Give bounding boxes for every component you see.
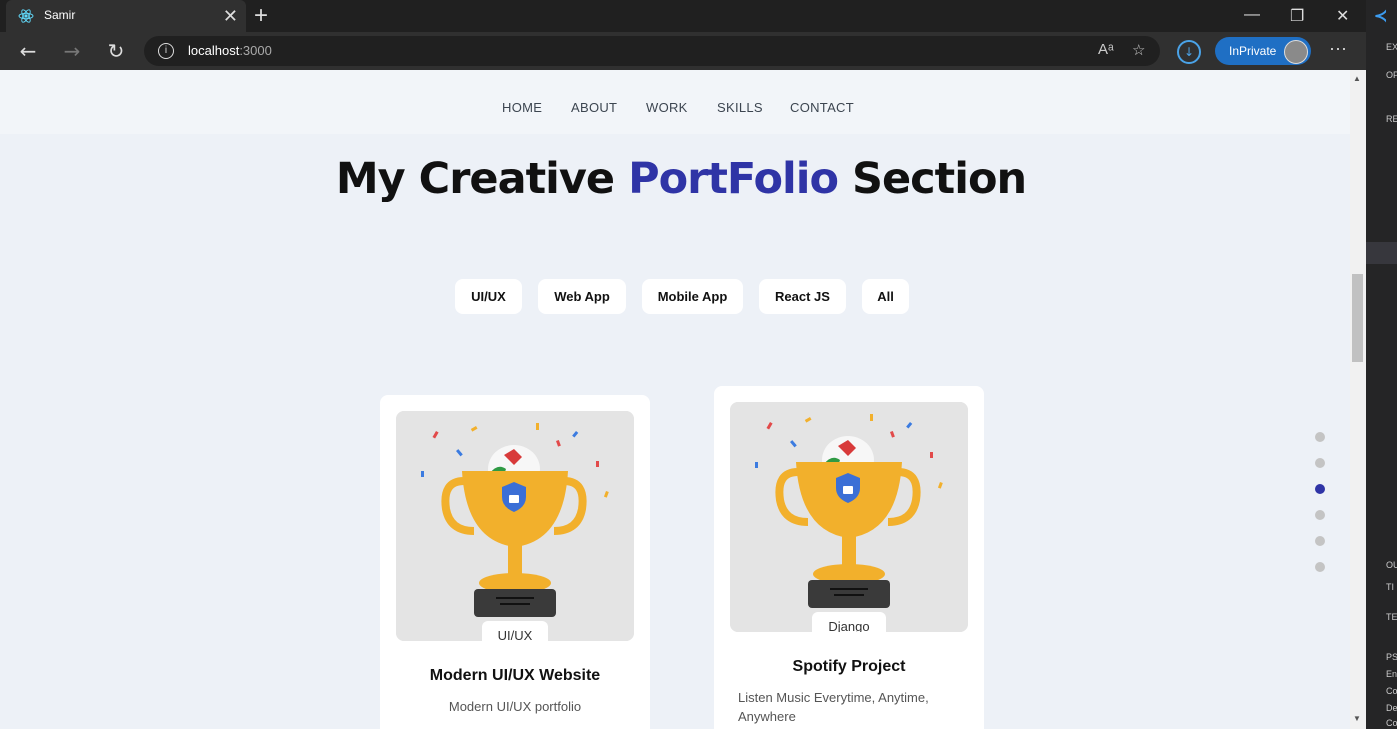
settings-more-icon[interactable]: ··· (1329, 38, 1347, 59)
card-tag: UI/UX (481, 621, 549, 641)
page-scrollbar[interactable]: ▲ ▼ (1350, 70, 1366, 729)
card-title: Spotify Project (792, 658, 906, 675)
vscode-text: TE (1386, 612, 1397, 622)
address-text: localhost:3000 (188, 43, 272, 58)
nav-link-contact[interactable]: CONTACT (790, 100, 854, 115)
vscode-text: RE (1386, 114, 1397, 124)
download-icon[interactable]: ↓ (1177, 40, 1201, 64)
address-bar[interactable]: i localhost:3000 Aᵃ ☆ (144, 36, 1160, 66)
scroll-down-icon[interactable]: ▼ (1353, 714, 1361, 723)
forward-button[interactable]: → (59, 38, 85, 64)
nav-link-skills[interactable]: SKILLS (717, 100, 763, 115)
filter-mobileapp-button[interactable]: Mobile App (642, 279, 743, 314)
minimize-button[interactable]: — (1244, 6, 1260, 24)
card-description: Modern UI/UX portfolio (448, 699, 582, 714)
reload-button[interactable]: ↻ (103, 38, 129, 64)
tab-close-icon[interactable]: ✕ (223, 6, 238, 26)
filter-reactjs-button[interactable]: React JS (759, 279, 846, 314)
section-dot[interactable] (1315, 536, 1325, 546)
favorite-star-icon[interactable]: ☆ (1132, 41, 1145, 59)
portfolio-card[interactable]: Django Spotify Project Listen Music Ever… (714, 386, 984, 729)
trophy-image: Django (730, 402, 968, 632)
vscode-text: OP (1386, 70, 1397, 80)
card-tag: Django (812, 612, 886, 632)
portfolio-card[interactable]: UI/UX Modern UI/UX Website Modern UI/UX … (380, 395, 650, 729)
browser-toolbar: ← → ↻ i localhost:3000 Aᵃ ☆ ↓ InPrivate … (0, 32, 1366, 70)
trophy-image: UI/UX (396, 411, 634, 641)
vscode-text: EX (1386, 42, 1397, 52)
card-description: Listen Music Everytime, Anytime, Anywher… (738, 690, 929, 724)
section-dot[interactable] (1315, 458, 1325, 468)
read-aloud-icon[interactable]: Aᵃ (1098, 41, 1114, 58)
section-dot[interactable] (1315, 432, 1325, 442)
vscode-text: En (1386, 669, 1397, 679)
vscode-text: De (1386, 703, 1397, 713)
scroll-up-icon[interactable]: ▲ (1353, 74, 1361, 83)
card-title: Modern UI/UX Website (429, 667, 601, 684)
filter-uiux-button[interactable]: UI/UX (455, 279, 522, 314)
filter-webapp-button[interactable]: Web App (538, 279, 626, 314)
browser-tab[interactable]: Samir ✕ (6, 0, 246, 32)
inprivate-button[interactable]: InPrivate (1215, 37, 1311, 65)
section-dot-active[interactable] (1315, 484, 1325, 494)
close-window-button[interactable]: ✕ (1336, 6, 1349, 26)
vscode-text: Co (1386, 718, 1397, 728)
vscode-text: PS (1386, 652, 1397, 662)
vscode-text: OU (1386, 560, 1397, 570)
restore-button[interactable]: ❐ (1290, 6, 1304, 26)
vscode-window-edge: ≺ EX OP RE OU TI TE PS En Co De Co (1366, 0, 1397, 729)
back-button[interactable]: ← (15, 38, 41, 64)
vscode-logo-icon: ≺ (1374, 8, 1388, 25)
nav-link-home[interactable]: HOME (502, 100, 542, 115)
web-page: HOME ABOUT WORK SKILLS CONTACT My Creati… (0, 70, 1350, 729)
vscode-selected-row (1366, 242, 1397, 264)
section-dot[interactable] (1315, 510, 1325, 520)
vscode-text: Co (1386, 686, 1397, 696)
filter-all-button[interactable]: All (862, 279, 909, 314)
scrollbar-thumb[interactable] (1352, 274, 1363, 362)
nav-link-about[interactable]: ABOUT (571, 100, 617, 115)
vscode-text: TI (1386, 582, 1394, 592)
site-navbar: HOME ABOUT WORK SKILLS CONTACT (0, 70, 1350, 134)
site-info-icon[interactable]: i (158, 43, 174, 59)
nav-link-work[interactable]: WORK (646, 100, 688, 115)
profile-avatar (1284, 40, 1308, 64)
react-icon (18, 9, 34, 23)
new-tab-button[interactable]: + (254, 2, 268, 30)
section-heading: My Creative PortFolio Section (335, 154, 1027, 204)
browser-titlebar: Samir ✕ + — ❐ ✕ (0, 0, 1366, 32)
tab-title: Samir (44, 8, 76, 22)
section-dot[interactable] (1315, 562, 1325, 572)
